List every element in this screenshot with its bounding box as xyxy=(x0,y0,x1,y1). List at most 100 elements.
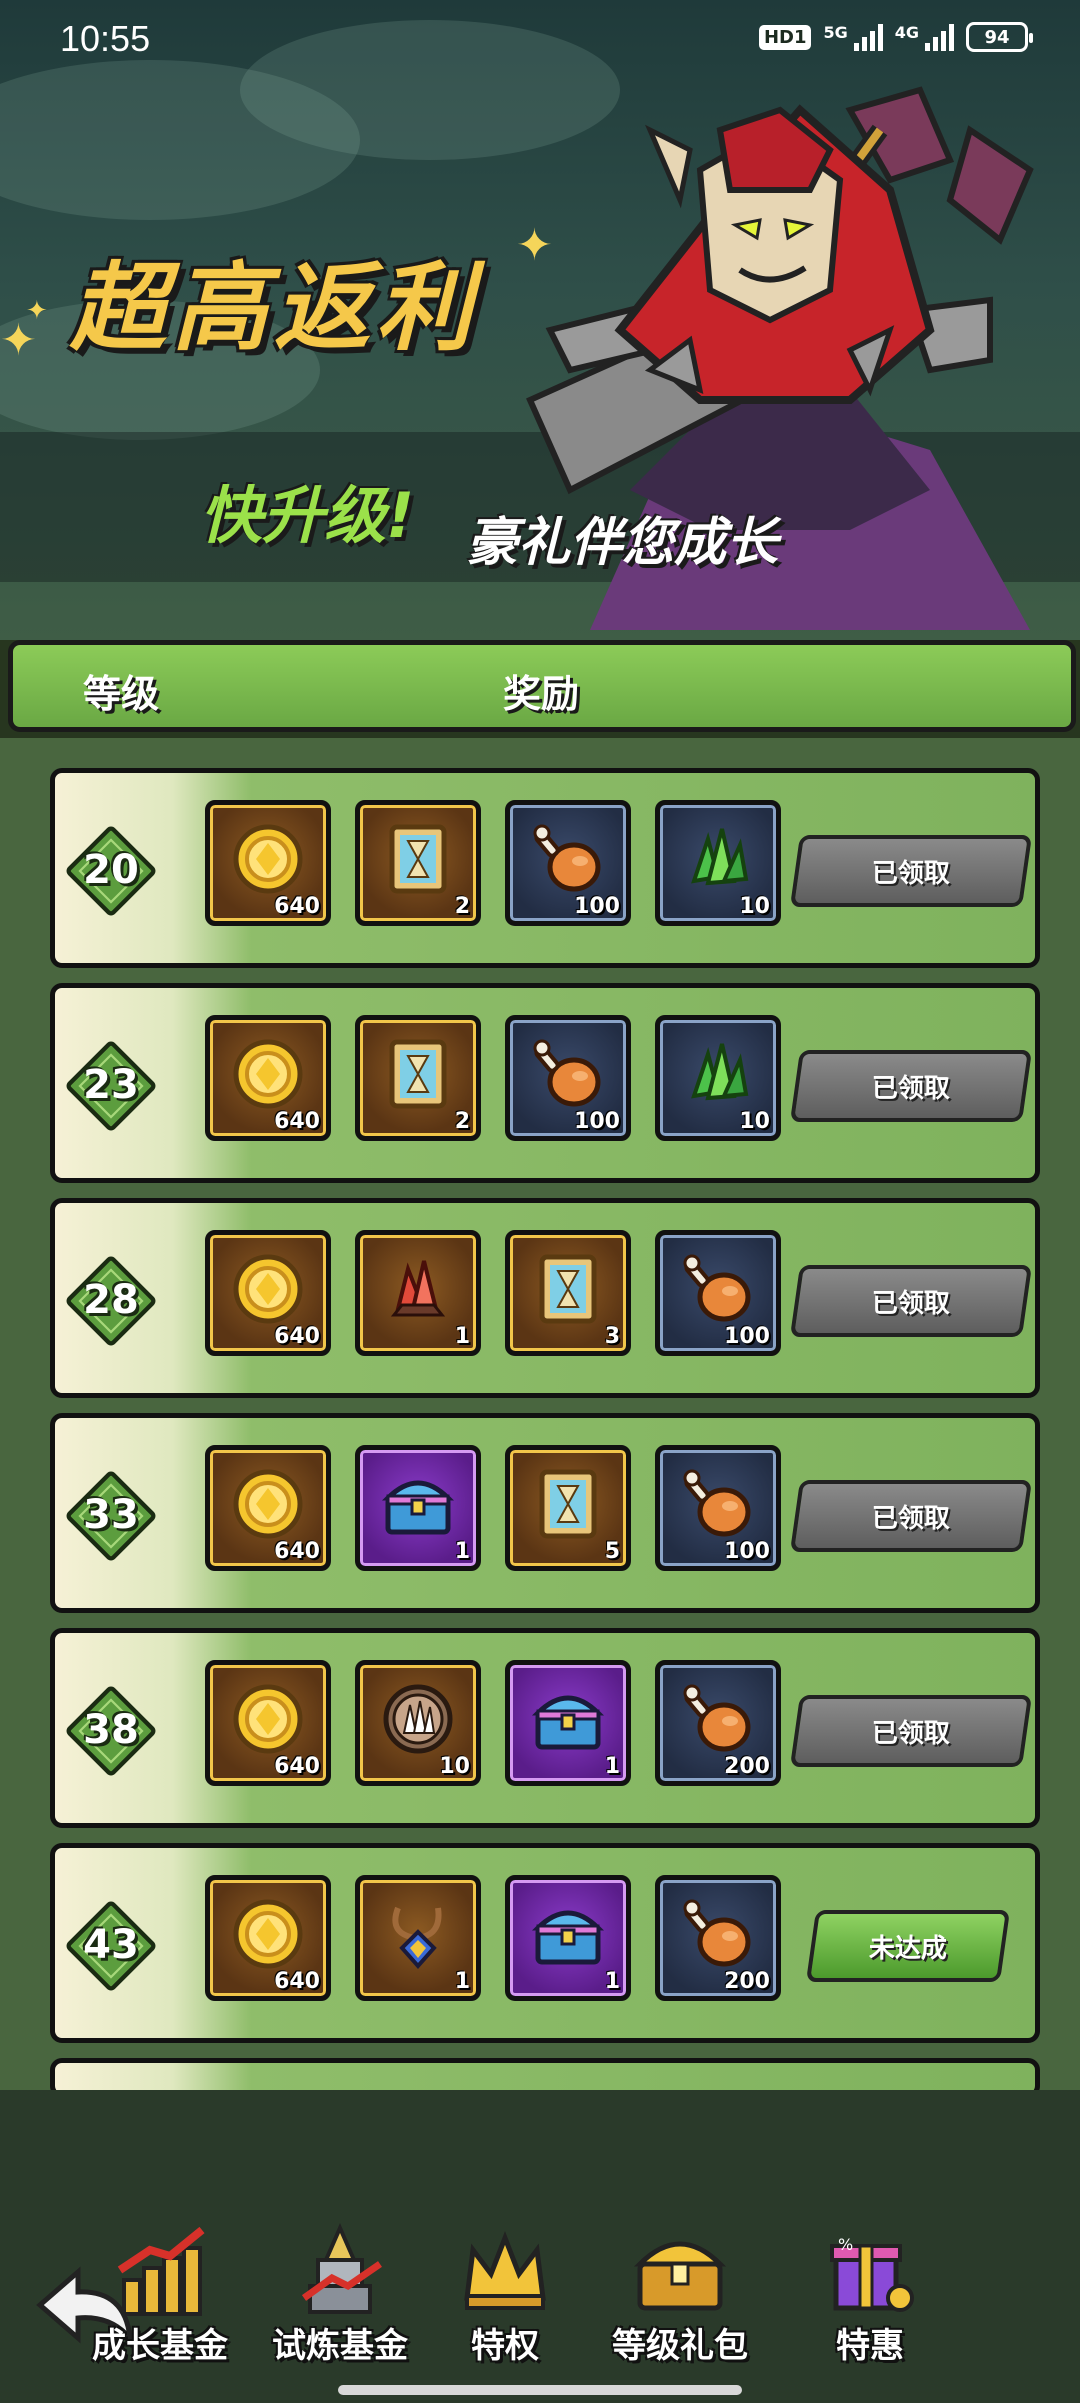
claimed-button[interactable]: 已领取 xyxy=(789,1480,1033,1552)
clock: 10:55 xyxy=(60,18,151,59)
nav-item-level-chest[interactable]: 等级礼包 xyxy=(595,2220,765,2390)
nav-item-discount-gift[interactable]: % 特惠 xyxy=(785,2220,955,2390)
sparkle-icon: ✦ xyxy=(26,296,48,326)
promo-banner: 超高返利 快升级! 豪礼伴您成长 ✦ ✦ ✦ xyxy=(0,0,1080,640)
claimed-button[interactable]: 已领取 xyxy=(789,835,1033,907)
banner-title: 超高返利 xyxy=(70,252,478,364)
level-number: 38 xyxy=(83,1707,139,1753)
reward-row: 33 640 1 5 100 已领取 xyxy=(50,1413,1040,1613)
gold-coin-icon xyxy=(228,1464,308,1544)
reward-item[interactable]: 1 xyxy=(355,1875,481,2001)
reward-item[interactable]: 2 xyxy=(355,800,481,926)
claimed-button[interactable]: 已领取 xyxy=(789,1265,1033,1337)
item-quantity: 1 xyxy=(454,1539,470,1564)
reward-item[interactable]: 1 xyxy=(355,1230,481,1356)
meat-drumstick-icon xyxy=(528,1034,608,1114)
nav-item-growth-fund[interactable]: 成长基金 xyxy=(75,2220,245,2390)
level-badge: 20 xyxy=(64,824,158,918)
hd-badge: HD1 xyxy=(758,24,812,50)
reward-row: 38 640 10 1 200 已领取 xyxy=(50,1628,1040,1828)
battery-icon: 94 xyxy=(966,22,1033,52)
amulet-icon xyxy=(378,1894,458,1974)
reward-item[interactable]: 10 xyxy=(355,1660,481,1786)
reward-row: 28 640 1 3 100 已领取 xyxy=(50,1198,1040,1398)
nav-item-crown[interactable]: 特权 xyxy=(420,2220,590,2390)
level-badge: 43 xyxy=(64,1899,158,1993)
hourglass-card-icon xyxy=(528,1464,608,1544)
reward-item[interactable]: 200 xyxy=(655,1660,781,1786)
claimed-button[interactable]: 已领取 xyxy=(789,1695,1033,1767)
meat-drumstick-icon xyxy=(678,1894,758,1974)
reward-item[interactable]: 2 xyxy=(355,1015,481,1141)
hourglass-card-icon xyxy=(378,1034,458,1114)
growth-fund-icon xyxy=(110,2220,210,2320)
gold-coin-icon xyxy=(228,1249,308,1329)
trial-fund-icon xyxy=(290,2220,390,2320)
reward-item[interactable]: 1 xyxy=(355,1445,481,1571)
reward-item[interactable]: 640 xyxy=(205,1875,331,2001)
svg-text:%: % xyxy=(838,2235,853,2254)
green-crystal-icon xyxy=(678,819,758,899)
gold-coin-icon xyxy=(228,1034,308,1114)
reward-item[interactable]: 200 xyxy=(655,1875,781,2001)
column-header-level: 等级 xyxy=(83,672,160,716)
treasure-chest-icon xyxy=(528,1894,608,1974)
column-header-reward: 奖励 xyxy=(503,672,580,716)
item-quantity: 5 xyxy=(604,1539,620,1564)
meat-drumstick-icon xyxy=(528,819,608,899)
hourglass-card-icon xyxy=(378,819,458,899)
reward-item[interactable]: 640 xyxy=(205,1230,331,1356)
home-indicator[interactable] xyxy=(338,2385,742,2395)
item-quantity: 640 xyxy=(274,1754,320,1779)
nav-label: 成长基金 xyxy=(92,2326,228,2366)
reward-item[interactable]: 1 xyxy=(505,1875,631,2001)
reward-item[interactable]: 10 xyxy=(655,800,781,926)
reward-item[interactable]: 5 xyxy=(505,1445,631,1571)
nav-label: 特惠 xyxy=(836,2326,904,2366)
level-number: 23 xyxy=(83,1062,139,1108)
status-bar: 10:55 HD1 5G 4G 94 xyxy=(0,0,1080,80)
reward-list[interactable]: 20 640 2 100 10 已领取 23 640 2 100 10 已领取 28 640 1 3 100 已领… xyxy=(0,738,1080,2090)
level-badge: 28 xyxy=(64,1254,158,1348)
signal-4g-icon: 4G xyxy=(895,23,954,51)
reward-item[interactable]: 100 xyxy=(655,1445,781,1571)
reward-item[interactable]: 100 xyxy=(655,1230,781,1356)
banner-subtitle-2: 豪礼伴您成长 xyxy=(466,513,779,573)
item-quantity: 1 xyxy=(604,1754,620,1779)
item-quantity: 2 xyxy=(454,1109,470,1134)
status-icons: HD1 5G 4G 94 xyxy=(758,22,1033,52)
level-chest-icon xyxy=(630,2220,730,2320)
hourglass-card-icon xyxy=(528,1249,608,1329)
reward-item[interactable]: 640 xyxy=(205,1445,331,1571)
item-quantity: 100 xyxy=(724,1324,770,1349)
spike-medal-icon xyxy=(378,1679,458,1759)
crown-icon xyxy=(455,2220,555,2320)
claimed-button[interactable]: 已领取 xyxy=(789,1050,1033,1122)
table-header: 等级 奖励 xyxy=(8,640,1076,732)
reward-row: 20 640 2 100 10 已领取 xyxy=(50,768,1040,968)
item-quantity: 3 xyxy=(604,1324,620,1349)
discount-gift-icon: % xyxy=(820,2220,920,2320)
not-reached-button[interactable]: 未达成 xyxy=(805,1910,1011,1982)
item-quantity: 1 xyxy=(604,1969,620,1994)
item-quantity: 10 xyxy=(739,894,770,919)
status-label: 未达成 xyxy=(868,1933,947,1964)
reward-item[interactable]: 640 xyxy=(205,1660,331,1786)
reward-item[interactable]: 640 xyxy=(205,1015,331,1141)
reward-item[interactable]: 100 xyxy=(505,800,631,926)
green-crystal-icon xyxy=(678,1034,758,1114)
reward-item[interactable]: 10 xyxy=(655,1015,781,1141)
gold-coin-icon xyxy=(228,819,308,899)
reward-item[interactable]: 3 xyxy=(505,1230,631,1356)
item-quantity: 640 xyxy=(274,1109,320,1134)
status-label: 已领取 xyxy=(871,1718,950,1749)
reward-item[interactable]: 1 xyxy=(505,1660,631,1786)
reward-item[interactable]: 100 xyxy=(505,1015,631,1141)
item-quantity: 640 xyxy=(274,1969,320,1994)
treasure-chest-icon xyxy=(378,1464,458,1544)
item-quantity: 1 xyxy=(454,1324,470,1349)
item-quantity: 10 xyxy=(739,1109,770,1134)
item-quantity: 100 xyxy=(574,894,620,919)
meat-drumstick-icon xyxy=(678,1464,758,1544)
reward-item[interactable]: 640 xyxy=(205,800,331,926)
